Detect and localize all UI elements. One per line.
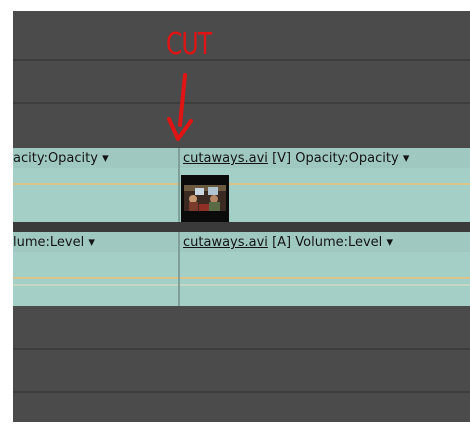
clip-effect-label: lume:Level ▾: [13, 235, 95, 251]
video-clip-left[interactable]: acity:Opacity ▾: [13, 148, 178, 222]
effect-name: Opacity:Opacity: [295, 151, 399, 166]
effect-name: lume:Level: [13, 235, 85, 250]
volume-keyframe-line[interactable]: [13, 277, 178, 279]
chevron-down-icon[interactable]: ▾: [386, 235, 393, 250]
empty-track-v4[interactable]: [13, 11, 470, 59]
arrow-down-icon: [167, 73, 193, 141]
volume-keyframe-line[interactable]: [180, 277, 470, 279]
waveform-line: [180, 284, 470, 286]
chevron-down-icon[interactable]: ▾: [88, 235, 95, 250]
opacity-keyframe-line[interactable]: [13, 183, 178, 185]
waveform-line: [13, 284, 178, 286]
clip-name: cutaways.avi: [183, 151, 268, 166]
cut-annotation-label: CUT: [166, 27, 212, 62]
chevron-down-icon[interactable]: ▾: [403, 151, 410, 166]
video-frame-image: [181, 175, 229, 222]
clip-thumbnail: [181, 175, 229, 222]
audio-clip-cutaways[interactable]: cutaways.avi [A] Volume:Level ▾: [180, 232, 470, 306]
clip-name: cutaways.avi: [183, 235, 268, 250]
clip-title: cutaways.avi [V] Opacity:Opacity ▾: [183, 151, 409, 167]
clip-effect-label: acity:Opacity ▾: [13, 151, 109, 167]
track-group-separator: [13, 222, 470, 232]
empty-track-a3[interactable]: [13, 350, 470, 391]
clip-track-tag: [A]: [272, 235, 292, 250]
empty-track-a4[interactable]: [13, 393, 470, 422]
audio-clip-left[interactable]: lume:Level ▾: [13, 232, 178, 306]
effect-name: acity:Opacity: [13, 151, 98, 166]
empty-track-v2[interactable]: [13, 104, 470, 148]
effect-name: Volume:Level: [295, 235, 383, 250]
timeline-panel: acity:Opacity ▾ cutaways.avi [V] Opacity…: [13, 11, 470, 422]
clip-title: cutaways.avi [A] Volume:Level ▾: [183, 235, 393, 251]
clip-track-tag: [V]: [272, 151, 292, 166]
chevron-down-icon[interactable]: ▾: [102, 151, 109, 166]
empty-track-a2[interactable]: [13, 306, 470, 348]
empty-track-v3[interactable]: [13, 61, 470, 102]
